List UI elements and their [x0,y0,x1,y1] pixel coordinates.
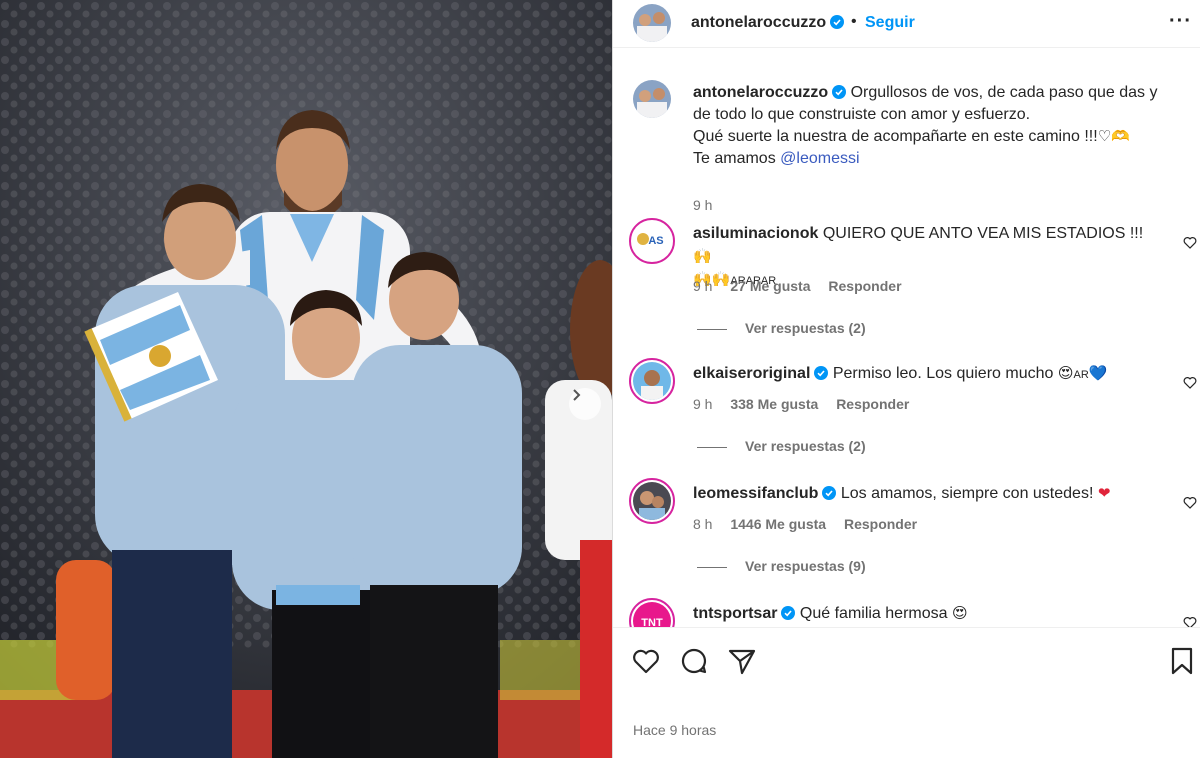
post-header: antonelaroccuzzo • Seguir ··· [613,0,1200,48]
reply-button[interactable]: Responder [828,278,901,294]
view-replies-button[interactable]: Ver respuestas (2) [697,438,866,454]
comment-text: Qué familia hermosa [799,605,952,622]
bookmark-icon[interactable] [1167,646,1197,676]
caption-text: antonelaroccuzzo Orgullosos de vos, de c… [693,82,1173,170]
comment-likes[interactable]: 27 Me gusta [730,278,810,294]
mention-link[interactable]: @leomessi [780,150,859,167]
comment-text-suffix: AR [1073,369,1089,381]
comment-likes[interactable]: 338 Me gusta [730,396,818,412]
comment-body: leomessifanclub Los amamos, siempre con … [693,482,1163,505]
post-timestamp: Hace 9 horas [633,722,717,738]
comment-likes[interactable]: 1446 Me gusta [730,516,826,532]
comment-text: Permiso leo. Los quiero mucho [832,365,1058,382]
comment-body: elkaiseroriginal Permiso leo. Los quiero… [693,362,1163,387]
author-avatar[interactable] [633,4,671,42]
verified-badge-icon [832,85,847,99]
post-photo-illustration [0,0,612,758]
comment-meta: 8 h 1446 Me gusta Responder [693,516,931,532]
heart-icon[interactable] [631,646,661,676]
chevron-right-icon [573,389,581,401]
comment-username[interactable]: leomessifanclub [693,485,818,502]
post-side-panel: antonelaroccuzzo • Seguir ··· antonelaro… [612,0,1200,758]
caption-avatar[interactable] [633,80,671,118]
separator-dot: • [851,13,857,30]
caption-avatar-image [633,80,671,118]
comment-body: tntsportsar Qué familia hermosa 😍 [693,602,1163,625]
verified-badge-icon [822,486,837,500]
comment-icon[interactable] [679,646,709,676]
comments-list[interactable]: antonelaroccuzzo Orgullosos de vos, de c… [613,60,1200,627]
share-icon[interactable] [727,646,757,676]
commenter-avatar[interactable]: TNT [629,598,675,627]
heart-icon[interactable] [1183,496,1197,510]
commenter-avatar-image: TNT [633,602,671,627]
comment-time: 9 h [693,396,713,412]
caption-line-2: Qué suerte la nuestra de acompañarte en … [693,128,1098,145]
emoji-blue-heart: 💙 [1088,365,1108,382]
more-options-icon[interactable]: ··· [1169,10,1192,33]
emoji-hands: 🙌 [693,248,712,265]
commenter-avatar-image: AS [633,222,671,260]
commenter-avatar-image [633,362,671,400]
author-username[interactable]: antonelaroccuzzo [691,14,845,32]
comment-username[interactable]: asiluminacionok [693,225,818,242]
view-replies-button[interactable]: Ver respuestas (2) [697,320,866,336]
comment-text: Los amamos, siempre con ustedes! [840,485,1098,502]
follow-button[interactable]: Seguir [865,14,915,32]
verified-badge-icon [830,15,845,29]
heart-icon[interactable] [1183,236,1197,250]
comment-meta: 9 h 27 Me gusta Responder [693,278,916,294]
verified-badge-icon [781,606,796,620]
post-photo [0,0,612,758]
comment-time: 9 h [693,278,713,294]
heart-icon[interactable] [1183,376,1197,390]
view-replies-button[interactable]: Ver respuestas (9) [697,558,866,574]
author-avatar-image [633,4,671,42]
emoji-heart-eyes: 😍 [951,605,968,622]
emoji-red-heart: ❤ [1097,485,1111,502]
comment-time: 8 h [693,516,713,532]
comment-text: QUIERO QUE ANTO VEA MIS ESTADIOS !!! [822,225,1144,242]
commenter-avatar-label: TNT [641,617,663,627]
next-photo-button[interactable] [569,388,601,420]
commenter-avatar-image [633,482,671,520]
comment-meta: 9 h 338 Me gusta Responder [693,396,923,412]
commenter-avatar-label: AS [648,235,663,247]
emoji-heart-eyes: 😍 [1057,365,1074,382]
caption-username[interactable]: antonelaroccuzzo [693,84,828,101]
commenter-avatar[interactable] [629,358,675,404]
verified-badge-icon [814,366,829,380]
comment-username[interactable]: elkaiseroriginal [693,365,810,382]
commenter-avatar[interactable]: AS [629,218,675,264]
reply-button[interactable]: Responder [844,516,917,532]
caption-emoji: ♡🫶 [1097,128,1130,145]
caption-line-3: Te amamos [693,150,781,167]
author-username-text: antonelaroccuzzo [691,14,827,31]
post-action-bar [613,627,1200,687]
caption-time: 9 h [693,197,713,213]
comment-username[interactable]: tntsportsar [693,605,777,622]
heart-icon[interactable] [1183,616,1197,627]
commenter-avatar[interactable] [629,478,675,524]
reply-button[interactable]: Responder [836,396,909,412]
